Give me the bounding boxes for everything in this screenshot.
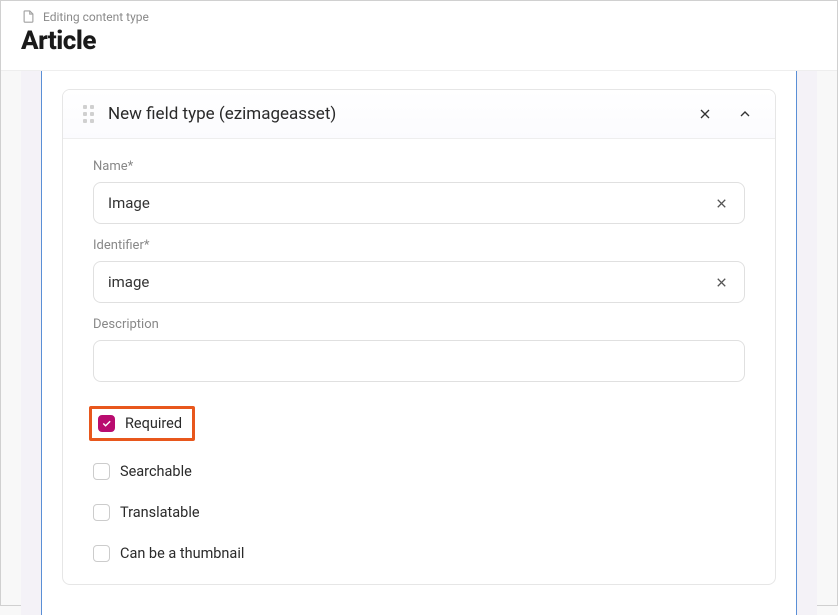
identifier-label: Identifier* xyxy=(93,238,745,253)
thumbnail-checkbox xyxy=(93,545,110,562)
required-checkbox-row[interactable]: Required xyxy=(89,406,195,441)
identifier-clear-button[interactable] xyxy=(710,271,733,294)
translatable-checkbox-row[interactable]: Translatable xyxy=(93,502,200,523)
card-actions xyxy=(695,104,755,124)
edge-padding: New field type (ezimageasset) Name* xyxy=(21,71,817,615)
close-icon xyxy=(714,196,729,211)
close-button[interactable] xyxy=(695,104,715,124)
document-icon xyxy=(21,9,36,24)
description-label: Description xyxy=(93,317,745,332)
identifier-input[interactable] xyxy=(93,261,745,303)
searchable-checkbox xyxy=(93,463,110,480)
card-header: New field type (ezimageasset) xyxy=(63,90,775,139)
page-title: Article xyxy=(21,26,817,56)
searchable-checkbox-row[interactable]: Searchable xyxy=(93,461,192,482)
field-type-card: New field type (ezimageasset) Name* xyxy=(62,89,776,585)
check-icon xyxy=(101,418,112,429)
translatable-label: Translatable xyxy=(120,504,200,521)
name-input[interactable] xyxy=(93,182,745,224)
close-icon xyxy=(714,275,729,290)
name-label: Name* xyxy=(93,159,745,174)
content-area: New field type (ezimageasset) Name* xyxy=(1,71,837,615)
thumbnail-label: Can be a thumbnail xyxy=(120,545,244,562)
name-clear-button[interactable] xyxy=(710,192,733,215)
breadcrumb: Editing content type xyxy=(21,9,817,24)
active-frame: New field type (ezimageasset) Name* xyxy=(41,71,797,615)
translatable-checkbox xyxy=(93,504,110,521)
close-icon xyxy=(697,106,713,122)
breadcrumb-label: Editing content type xyxy=(43,10,149,24)
card-title: New field type (ezimageasset) xyxy=(108,104,681,124)
chevron-up-icon xyxy=(737,106,753,122)
description-input[interactable] xyxy=(93,340,745,382)
description-input-wrap xyxy=(93,340,745,382)
searchable-label: Searchable xyxy=(120,463,192,480)
card-body: Name* Identifier* Descript xyxy=(63,139,775,584)
page-header: Editing content type Article xyxy=(1,1,837,71)
name-input-wrap xyxy=(93,182,745,224)
identifier-input-wrap xyxy=(93,261,745,303)
thumbnail-checkbox-row[interactable]: Can be a thumbnail xyxy=(93,543,244,564)
required-label: Required xyxy=(125,415,182,432)
checkbox-group: Required Searchable Translatable xyxy=(93,406,745,564)
collapse-button[interactable] xyxy=(735,104,755,124)
required-checkbox xyxy=(98,415,115,432)
drag-handle-icon[interactable] xyxy=(83,105,94,123)
